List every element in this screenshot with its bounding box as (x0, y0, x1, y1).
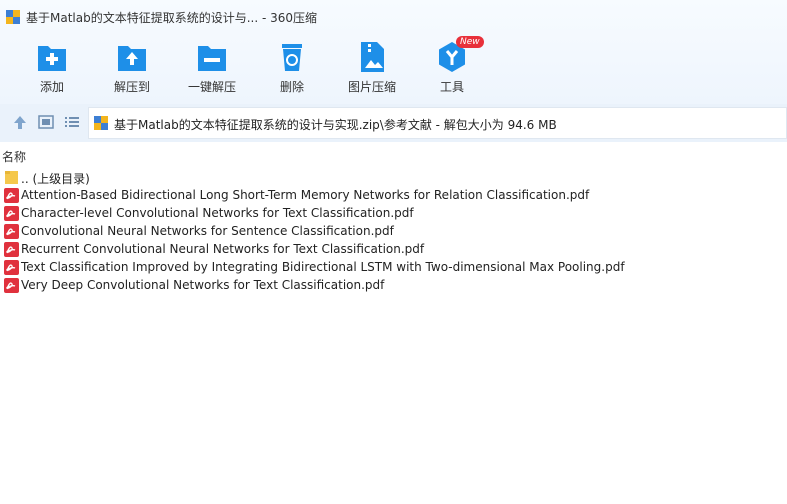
list-item[interactable]: Convolutional Neural Networks for Senten… (0, 223, 787, 241)
one-click-extract-icon (198, 46, 226, 71)
path-bar[interactable]: 基于Matlab的文本特征提取系统的设计与实现.zip\参考文献 - 解包大小为… (88, 107, 787, 139)
pdf-icon (4, 206, 19, 221)
list-item[interactable]: Recurrent Convolutional Neural Networks … (0, 241, 787, 259)
up-arrow-icon[interactable] (11, 113, 29, 131)
pdf-icon (4, 188, 19, 203)
list-item[interactable]: Very Deep Convolutional Networks for Tex… (0, 277, 787, 295)
app-window: 基于Matlab的文本特征提取系统的设计与... - 360压缩 添加 解压到 (0, 0, 787, 504)
title-bar: 基于Matlab的文本特征提取系统的设计与... - 360压缩 (0, 0, 787, 34)
window-title: 基于Matlab的文本特征提取系统的设计与... - 360压缩 (26, 11, 318, 25)
extract-to-icon (118, 46, 146, 71)
list-view-icon[interactable] (63, 113, 81, 131)
pdf-icon (4, 278, 19, 293)
extract-to-label: 解压到 (113, 80, 150, 94)
one-click-extract-button[interactable]: 一键解压 (170, 40, 254, 98)
path-text: 基于Matlab的文本特征提取系统的设计与实现.zip\参考文献 - 解包大小为… (114, 118, 557, 132)
delete-label: 删除 (279, 80, 304, 94)
thumbnail-view-icon[interactable] (37, 113, 55, 131)
list-item-parent-directory[interactable]: .. (上级目录) (0, 169, 787, 187)
file-name: Recurrent Convolutional Neural Networks … (21, 242, 425, 256)
add-button[interactable]: 添加 (10, 40, 94, 98)
image-compress-icon (361, 42, 384, 72)
list-item[interactable]: Text Classification Improved by Integrat… (0, 259, 787, 277)
file-name: Very Deep Convolutional Networks for Tex… (21, 278, 385, 292)
archive-icon (94, 116, 108, 130)
add-folder-icon (38, 46, 66, 71)
archive-icon (6, 10, 20, 24)
toolbar: 添加 解压到 一键解压 删除 图片压缩 New 工具 (0, 34, 787, 104)
add-label: 添加 (39, 80, 64, 94)
file-name: Attention-Based Bidirectional Long Short… (21, 188, 590, 202)
tools-button[interactable]: New 工具 (410, 36, 494, 98)
pdf-icon (4, 242, 19, 257)
tools-label: 工具 (439, 80, 464, 94)
pdf-icon (4, 260, 19, 275)
top-area: 基于Matlab的文本特征提取系统的设计与... - 360压缩 添加 解压到 (0, 0, 787, 104)
navigation-bar: 基于Matlab的文本特征提取系统的设计与实现.zip\参考文献 - 解包大小为… (0, 104, 787, 142)
new-badge: New (456, 36, 484, 48)
file-name: Text Classification Improved by Integrat… (21, 260, 625, 274)
list-item[interactable]: Attention-Based Bidirectional Long Short… (0, 187, 787, 205)
pdf-icon (4, 224, 19, 239)
file-name: Convolutional Neural Networks for Senten… (21, 224, 394, 238)
image-compress-button[interactable]: 图片压缩 (330, 40, 414, 98)
one-click-extract-label: 一键解压 (187, 80, 236, 94)
delete-button[interactable]: 删除 (250, 40, 334, 98)
column-header-name[interactable]: 名称 (2, 148, 26, 165)
image-compress-label: 图片压缩 (347, 80, 396, 94)
recycle-bin-icon (282, 44, 302, 71)
folder-icon (5, 171, 18, 184)
extract-to-button[interactable]: 解压到 (90, 40, 174, 98)
file-name: Character-level Convolutional Networks f… (21, 206, 414, 220)
list-item[interactable]: Character-level Convolutional Networks f… (0, 205, 787, 223)
file-rows: .. (上级目录) Attention-Based Bidirectional … (0, 169, 787, 295)
file-name: .. (上级目录) (21, 172, 90, 186)
file-list: 名称 .. (上级目录) Attention-Based Bidirection… (0, 142, 787, 504)
